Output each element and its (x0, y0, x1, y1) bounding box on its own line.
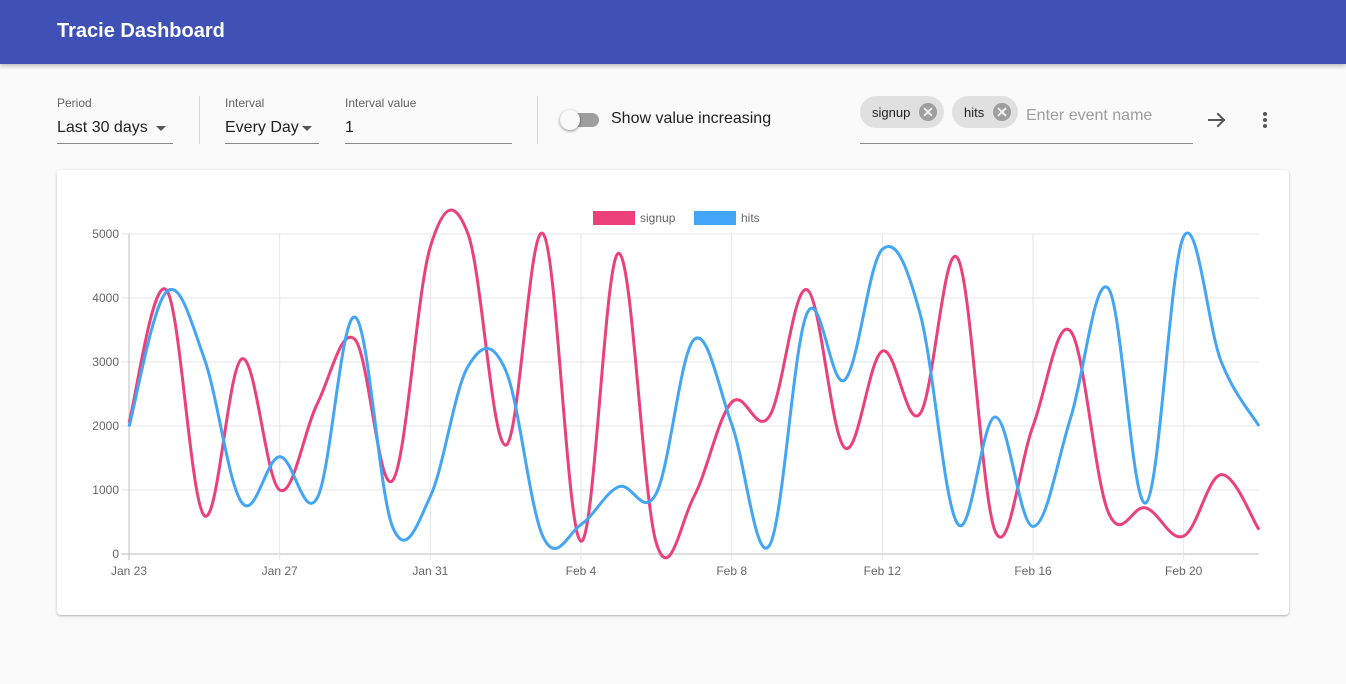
more-vert-icon[interactable] (1251, 106, 1279, 134)
app-title: Tracie Dashboard (57, 20, 225, 42)
legend-swatch-signup (593, 211, 635, 225)
x-tick-label: Feb 12 (864, 564, 902, 578)
interval-value-input[interactable]: 1 (345, 119, 354, 137)
line-chart: 0 1000 2000 3000 4000 5000 Jan 23 Jan 27 Jan 31 F… (92, 208, 1261, 578)
legend-swatch-hits (694, 211, 736, 225)
y-tick-label: 1000 (92, 483, 119, 497)
chip-hits[interactable]: hits (952, 96, 1018, 128)
x-tick-label: Jan 23 (111, 564, 147, 578)
toggle-label: Show value increasing (611, 110, 772, 127)
interval-underline (225, 143, 319, 144)
chip-signup[interactable]: signup (860, 96, 944, 128)
arrow-drop-down-icon (156, 126, 166, 131)
event-name-input[interactable] (1026, 103, 1186, 129)
app-bar: Tracie Dashboard (0, 0, 1346, 64)
interval-value[interactable]: Every Day (225, 119, 299, 137)
x-tick-label: Feb 16 (1014, 564, 1052, 578)
arrow-right-icon[interactable] (1203, 106, 1231, 134)
toggle-thumb[interactable] (560, 110, 580, 130)
period-label: Period (57, 96, 92, 110)
x-tick-label: Jan 27 (262, 564, 298, 578)
chip-label: signup (872, 105, 911, 120)
legend-label-hits: hits (741, 211, 760, 225)
arrow-drop-down-icon (302, 126, 312, 131)
period-underline (57, 143, 173, 144)
cancel-icon[interactable] (993, 103, 1011, 121)
divider (537, 96, 538, 144)
interval-value-label: Interval value (345, 96, 417, 110)
chart-card: 0 1000 2000 3000 4000 5000 Jan 23 Jan 27 Jan 31 F… (57, 170, 1289, 615)
y-tick-label: 3000 (92, 355, 119, 369)
y-tick-label: 2000 (92, 419, 119, 433)
period-value[interactable]: Last 30 days (57, 119, 148, 137)
interval-label: Interval (225, 96, 265, 110)
x-tick-label: Feb 8 (716, 564, 747, 578)
y-tick-label: 4000 (92, 291, 119, 305)
x-tick-label: Jan 31 (412, 564, 448, 578)
divider (199, 96, 200, 144)
series-line-hits (127, 231, 1261, 550)
chip-label: hits (964, 105, 985, 120)
interval-value-underline (345, 143, 512, 144)
cancel-icon[interactable] (919, 103, 937, 121)
y-tick-label: 0 (112, 547, 119, 561)
legend-label-signup: signup (640, 211, 676, 225)
x-tick-label: Feb 20 (1165, 564, 1203, 578)
series-line-signup (127, 208, 1261, 560)
event-input-underline (860, 143, 1193, 144)
y-tick-label: 5000 (92, 227, 119, 241)
x-tick-label: Feb 4 (566, 564, 597, 578)
